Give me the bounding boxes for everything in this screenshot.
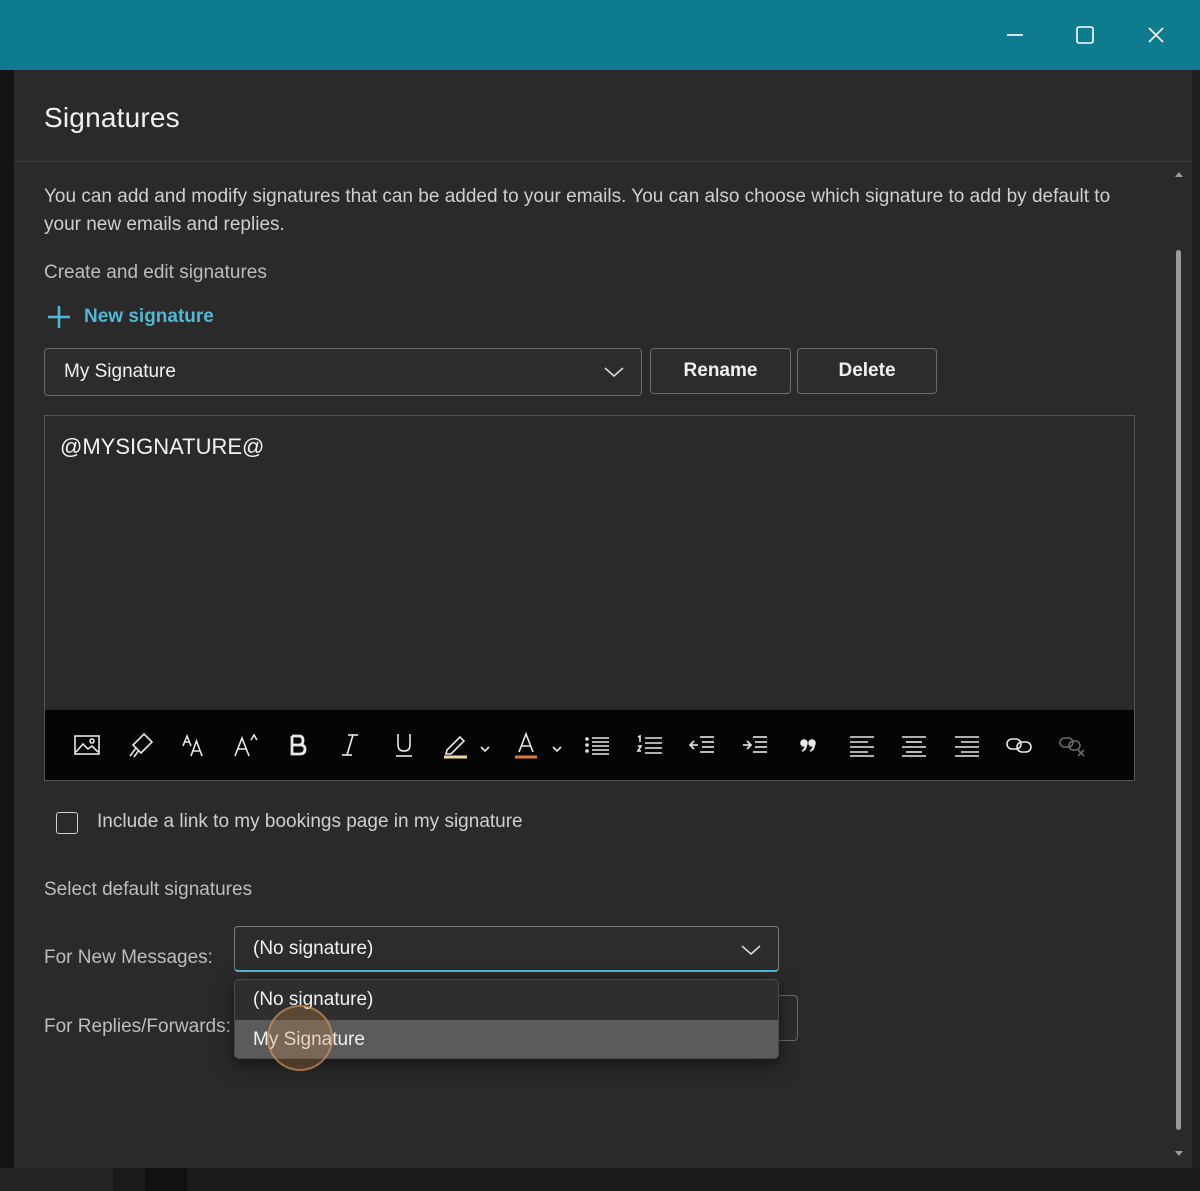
minimize-button[interactable] — [980, 0, 1050, 70]
delete-button[interactable]: Delete — [797, 348, 937, 394]
align-right-icon — [955, 736, 979, 757]
background-window-edge — [0, 70, 14, 1191]
italic-icon — [342, 734, 358, 756]
replies-forwards-label: For Replies/Forwards: — [44, 1016, 231, 1037]
formatting-toolbar — [45, 710, 1134, 780]
new-messages-select-value: (No signature) — [253, 938, 374, 959]
align-right-button[interactable] — [952, 728, 982, 762]
signature-editor[interactable]: @MYSIGNATURE@ — [44, 415, 1135, 781]
numbering-button[interactable] — [635, 728, 665, 762]
close-window-button[interactable] — [1121, 0, 1191, 70]
decrease-indent-button[interactable] — [687, 728, 717, 762]
insert-link-icon — [1006, 738, 1032, 753]
new-messages-label: For New Messages: — [44, 947, 213, 968]
font-size-icon — [182, 733, 203, 757]
new-signature-label: New signature — [84, 306, 214, 327]
dialog-title: Signatures — [44, 102, 180, 133]
insert-picture-icon — [74, 735, 100, 755]
align-left-button[interactable] — [847, 728, 877, 762]
increase-indent-icon — [743, 736, 767, 753]
superscript-font-icon — [234, 733, 258, 757]
align-center-icon — [902, 736, 926, 757]
decrease-indent-icon — [688, 736, 714, 753]
font-size-button[interactable] — [179, 728, 209, 762]
underline-button[interactable] — [389, 728, 419, 762]
signature-select[interactable]: My Signature — [44, 348, 642, 396]
scroll-down-arrow-icon[interactable] — [1174, 1148, 1184, 1158]
maximize-icon — [1076, 26, 1094, 44]
bookings-link-label: Include a link to my bookings page in my… — [97, 811, 523, 832]
quote-button[interactable] — [795, 728, 821, 762]
new-messages-dropdown-list: (No signature) My Signature — [234, 979, 779, 1059]
font-color-button[interactable] — [513, 728, 565, 762]
maximize-button[interactable] — [1050, 0, 1120, 70]
close-icon — [1148, 27, 1164, 43]
quote-icon — [800, 739, 816, 752]
font-color-icon — [515, 731, 562, 759]
format-painter-icon — [129, 732, 154, 758]
title-divider — [14, 161, 1192, 162]
bullets-icon — [585, 737, 609, 755]
format-painter-button[interactable] — [126, 728, 156, 762]
align-center-button[interactable] — [899, 728, 929, 762]
plus-icon — [44, 302, 74, 332]
dialog-description: You can add and modify signatures that c… — [44, 186, 1111, 235]
bold-button[interactable] — [283, 728, 313, 762]
dropdown-option-label: My Signature — [253, 1029, 365, 1050]
bold-icon — [290, 734, 307, 756]
rename-button[interactable]: Rename — [650, 348, 791, 394]
minimize-icon — [1007, 34, 1023, 36]
increase-indent-button[interactable] — [740, 728, 770, 762]
remove-link-icon — [1059, 737, 1085, 757]
numbering-icon — [636, 734, 662, 754]
highlight-icon — [444, 735, 490, 759]
bullets-button[interactable] — [583, 728, 613, 762]
new-signature-button[interactable]: New signature — [44, 302, 214, 332]
chevron-down-icon — [741, 945, 761, 956]
chevron-down-icon — [604, 367, 624, 378]
window-titlebar — [0, 0, 1200, 70]
signature-editor-content[interactable]: @MYSIGNATURE@ — [60, 434, 264, 460]
align-left-icon — [850, 736, 874, 757]
dropdown-option-label: (No signature) — [253, 989, 374, 1010]
underline-icon — [396, 734, 412, 757]
dropdown-option-my-signature[interactable]: My Signature — [235, 1020, 778, 1058]
signature-select-value: My Signature — [64, 361, 176, 382]
background-window-edge — [1192, 70, 1200, 1191]
insert-link-button[interactable] — [1004, 728, 1034, 762]
signatures-dialog: Signatures You can add and modify signat… — [14, 70, 1192, 1168]
scrollbar-thumb[interactable] — [1176, 250, 1181, 1130]
create-section-label: Create and edit signatures — [44, 262, 267, 283]
dropdown-option-no-signature[interactable]: (No signature) — [235, 980, 778, 1019]
dialog-scrollbar[interactable] — [1172, 170, 1186, 1160]
italic-button[interactable] — [337, 728, 363, 762]
default-signatures-label: Select default signatures — [44, 879, 253, 900]
background-window-strip — [0, 1168, 1200, 1191]
scroll-up-arrow-icon[interactable] — [1174, 170, 1184, 180]
highlight-button[interactable] — [441, 728, 493, 762]
superscript-font-button[interactable] — [231, 728, 261, 762]
remove-link-button[interactable] — [1057, 728, 1087, 762]
bookings-link-checkbox[interactable] — [56, 812, 78, 834]
new-messages-select[interactable]: (No signature) — [234, 926, 779, 972]
insert-picture-button[interactable] — [72, 728, 102, 762]
